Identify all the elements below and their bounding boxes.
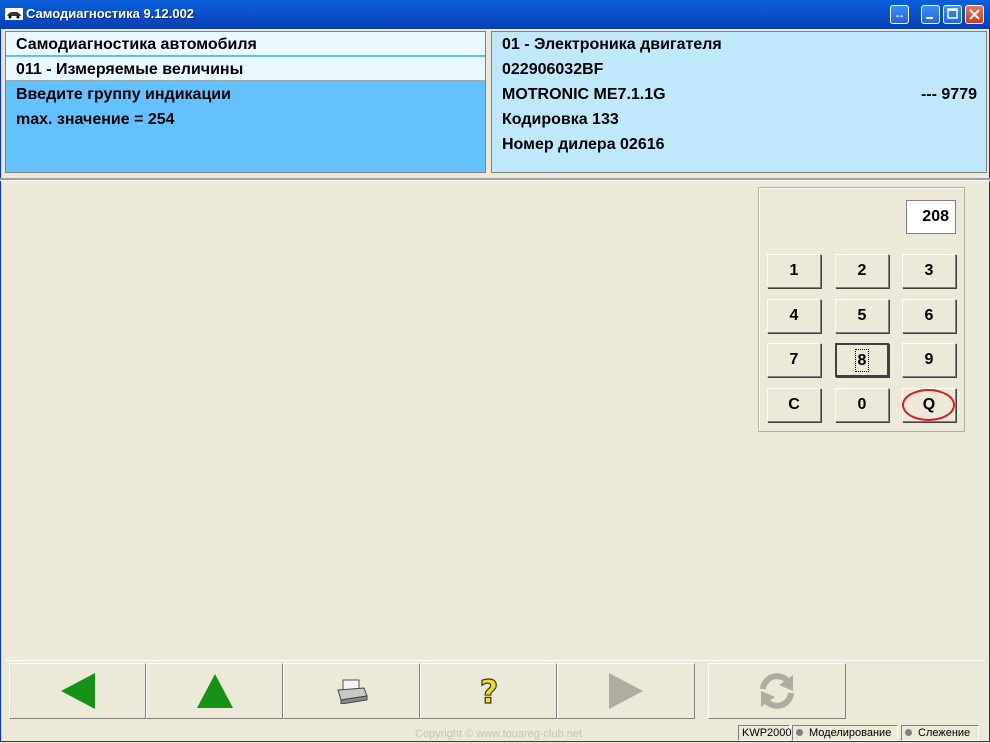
- tracking-status: Слежение: [901, 725, 979, 741]
- arrow-up-icon: [196, 674, 233, 708]
- status-info-panel: Самодиагностика автомобиля 011 - Измеряе…: [5, 31, 486, 173]
- panel-title: Самодиагностика автомобиля: [6, 32, 485, 56]
- arrow-left-icon: [60, 673, 95, 709]
- window-title: Самодиагностика 9.12.002: [26, 6, 195, 21]
- help-icon: ?: [479, 674, 499, 708]
- minimize-icon: [926, 17, 933, 19]
- title-bar: Самодиагностика 9.12.002 ↔: [0, 0, 990, 29]
- close-button[interactable]: [965, 5, 984, 24]
- group-number-display[interactable]: 208: [906, 200, 956, 234]
- coding-value: Кодировка 133: [502, 111, 619, 128]
- key-7-button[interactable]: 7: [767, 343, 821, 377]
- status-dot-icon: [905, 728, 912, 736]
- dealer-number: Номер дилера 02616: [502, 136, 665, 153]
- prompt-text: Введите группу индикации: [16, 86, 231, 103]
- key-3-button[interactable]: 3: [902, 254, 956, 288]
- clear-button[interactable]: C: [767, 388, 821, 422]
- divider: [0, 178, 990, 181]
- key-8-label: 8: [854, 349, 870, 372]
- refresh-button[interactable]: [708, 663, 846, 719]
- maximize-button[interactable]: [943, 5, 962, 24]
- simulation-status: Моделирование: [792, 725, 898, 741]
- key-6-button[interactable]: 6: [902, 299, 956, 333]
- part-number: 022906032BF: [502, 61, 604, 78]
- forward-button[interactable]: [557, 663, 695, 719]
- component-name: MOTRONIC ME7.1.1G: [502, 86, 666, 103]
- key-0-button[interactable]: 0: [835, 388, 889, 422]
- refresh-icon: [760, 673, 794, 709]
- car-app-icon: [5, 8, 23, 20]
- tracking-label: Слежение: [918, 727, 971, 739]
- help-button[interactable]: ?: [420, 663, 557, 719]
- back-button[interactable]: [9, 663, 146, 719]
- print-button[interactable]: [283, 663, 420, 719]
- key-2-button[interactable]: 2: [835, 254, 889, 288]
- key-8-button[interactable]: 8: [835, 343, 889, 377]
- key-1-button[interactable]: 1: [767, 254, 821, 288]
- minimize-button[interactable]: [921, 5, 940, 24]
- control-unit-info-panel: 01 - Электроника двигателя 022906032BF M…: [491, 31, 987, 173]
- status-dot-icon: [796, 728, 803, 736]
- printer-icon: [336, 679, 368, 704]
- up-button[interactable]: [146, 663, 283, 719]
- software-version: --- 9779: [920, 86, 977, 103]
- close-icon: [969, 9, 980, 20]
- resize-icon[interactable]: ↔: [890, 5, 909, 24]
- key-9-button[interactable]: 9: [902, 343, 956, 377]
- arrow-right-icon: [609, 673, 643, 709]
- svg-text:?: ?: [479, 674, 498, 708]
- simulation-label: Моделирование: [809, 727, 892, 739]
- max-value-text: max. значение = 254: [16, 111, 175, 128]
- maximize-icon: [947, 8, 958, 19]
- key-4-button[interactable]: 4: [767, 299, 821, 333]
- key-5-button[interactable]: 5: [835, 299, 889, 333]
- confirm-q-button[interactable]: Q: [902, 388, 956, 422]
- protocol-status: KWP2000: [738, 725, 792, 741]
- function-label: 011 - Измеряемые величины: [6, 57, 485, 81]
- control-unit-name: 01 - Электроника двигателя: [502, 36, 722, 53]
- copyright-watermark: Copyright © www.touareg-club.net: [415, 728, 583, 740]
